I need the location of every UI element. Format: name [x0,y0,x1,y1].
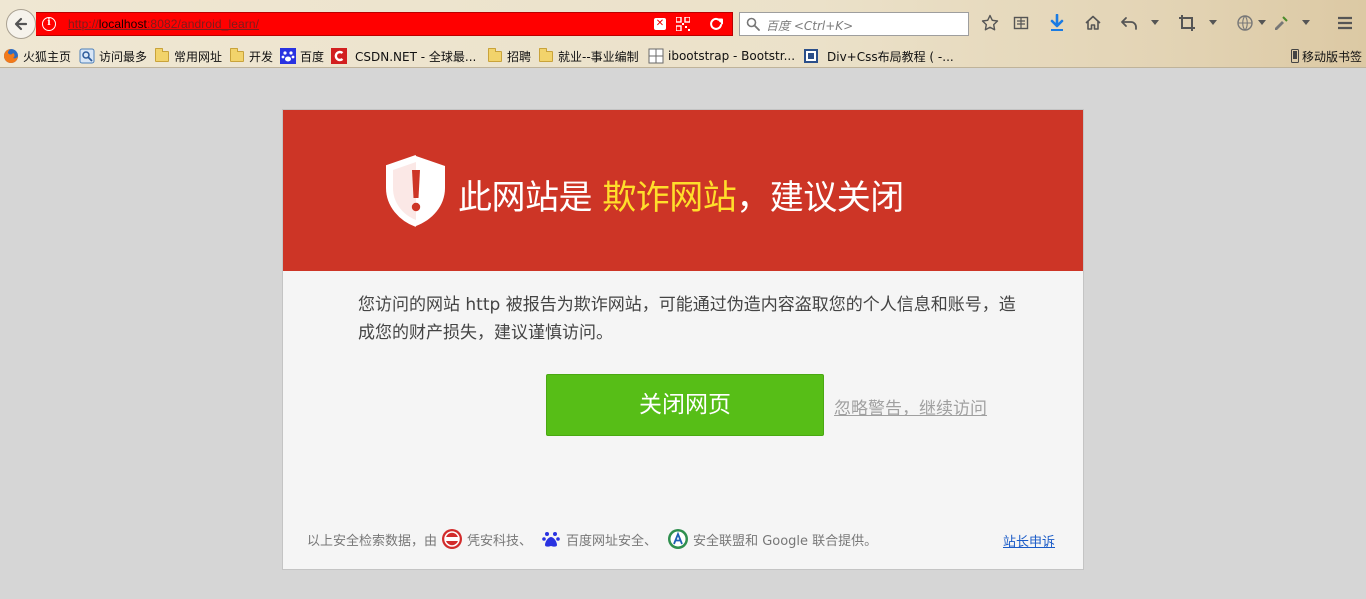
screenshot-crop-icon[interactable] [1176,12,1198,34]
bookmark-item[interactable]: 就业--事业编制 [538,47,639,65]
page-title: 此网站是 欺诈网站，建议关闭 [458,178,904,218]
download-icon[interactable] [1046,12,1068,34]
footer-text: 和 Google 联合提供。 [745,533,878,549]
bookmark-item[interactable]: 访问最多 [79,47,147,65]
page-icon [803,48,819,64]
bookmark-item[interactable]: 百度 [280,47,324,65]
warning-description: 您访问的网站 http 被报告为欺诈网站，可能通过伪造内容盗取您的个人信息和账号… [358,295,1016,343]
extension-icon[interactable] [1270,12,1292,34]
footer-text: 以上安全检索数据，由 [307,533,438,549]
bookmark-label: 访问最多 [99,49,148,64]
footer-provider: 凭安科技、 [467,533,533,549]
chevron-down-icon[interactable] [1209,20,1217,26]
mobile-phone-icon [1290,48,1300,64]
pingan-logo-icon [441,528,463,550]
url-text[interactable]: http://localhost:8082/android_learn/ [68,17,259,31]
mobile-bookmarks[interactable]: 移动版书签 [1290,47,1362,65]
close-page-button[interactable]: 关闭网页 [546,374,824,436]
data-sources-footer: 以上安全检索数据，由 凭安科技、 百度网址安全、 安全联盟 和 Google 联… [307,528,877,550]
bookmark-label: 百度 [300,49,325,64]
baidu-paw-icon [280,48,296,64]
bookmark-item[interactable]: 常用网址 [154,47,222,65]
footer-provider: 百度网址安全、 [566,533,658,549]
chevron-down-icon[interactable] [1258,20,1266,26]
warning-shield-icon [386,155,445,227]
bookmark-label: 招聘 [507,49,532,64]
block-shield-icon[interactable]: ✕ [654,18,666,30]
folder-icon [229,47,245,64]
bookmark-label: 火狐主页 [23,49,72,64]
webmaster-appeal-link[interactable]: 站长申诉 [1003,531,1055,550]
back-button[interactable] [6,9,36,39]
warning-banner: 此网站是 欺诈网站，建议关闭 [283,110,1083,271]
most-visited-icon [79,48,95,64]
baidu-security-logo-icon [540,528,562,550]
bookmark-item[interactable]: 开发 [229,47,273,65]
url-bar[interactable]: i http://localhost:8082/android_learn/ ✕ [36,12,733,36]
browser-chrome: i http://localhost:8082/android_learn/ ✕… [0,0,1366,68]
bookmark-star-icon[interactable] [979,12,1001,34]
mobile-bookmarks-label: 移动版书签 [1302,49,1363,64]
chevron-down-icon[interactable] [1151,20,1159,26]
undo-close-tab-icon[interactable] [1118,12,1140,34]
folder-icon [487,47,503,64]
menu-hamburger-icon[interactable] [1334,12,1356,34]
reading-list-icon[interactable] [1010,12,1032,34]
ignore-warning-link[interactable]: 忽略警告，继续访问 [834,394,987,419]
bookmark-label: 开发 [249,49,274,64]
bookmark-label: Div+Css布局教程 ( -... [827,49,954,64]
folder-icon [538,47,554,64]
bookmark-item[interactable]: 火狐主页 [3,47,71,65]
network-globe-icon[interactable] [1234,12,1256,34]
folder-icon [154,47,170,64]
fraud-warning-card: 此网站是 欺诈网站，建议关闭 您访问的网站 http 被报告为欺诈网站，可能通过… [282,109,1084,570]
bookmark-label: CSDN.NET - 全球最... [355,49,477,64]
chevron-down-icon[interactable] [1302,20,1310,26]
bookmark-item[interactable]: CSDN.NET - 全球最... [331,47,476,65]
qr-code-icon[interactable] [676,17,690,31]
bookmark-item[interactable]: Div+Css布局教程 ( -... [803,47,954,65]
grid-icon [648,48,664,64]
security-alliance-logo-icon [667,528,689,550]
home-icon[interactable] [1082,12,1104,34]
footer-provider: 安全联盟 [693,533,746,549]
danger-label: 欺诈网站 [602,178,737,218]
bookmark-label: 就业--事业编制 [558,49,639,64]
back-arrow-icon [14,17,28,31]
bookmarks-toolbar: 火狐主页 访问最多 常用网址 开发 百度 CSDN.NET - 全球最... 招… [0,44,1366,68]
site-info-icon[interactable]: i [42,17,56,31]
bookmark-item[interactable]: ibootstrap - Bootstr... [648,47,795,65]
search-bar[interactable]: 百度 <Ctrl+K> [739,12,969,36]
csdn-icon [331,48,347,64]
firefox-icon [3,48,19,64]
reload-icon[interactable] [708,16,724,32]
bookmark-label: ibootstrap - Bootstr... [668,49,796,63]
search-placeholder: 百度 <Ctrl+K> [766,19,854,33]
bookmark-item[interactable]: 招聘 [487,47,531,65]
bookmark-label: 常用网址 [174,49,223,64]
search-icon [746,17,760,31]
